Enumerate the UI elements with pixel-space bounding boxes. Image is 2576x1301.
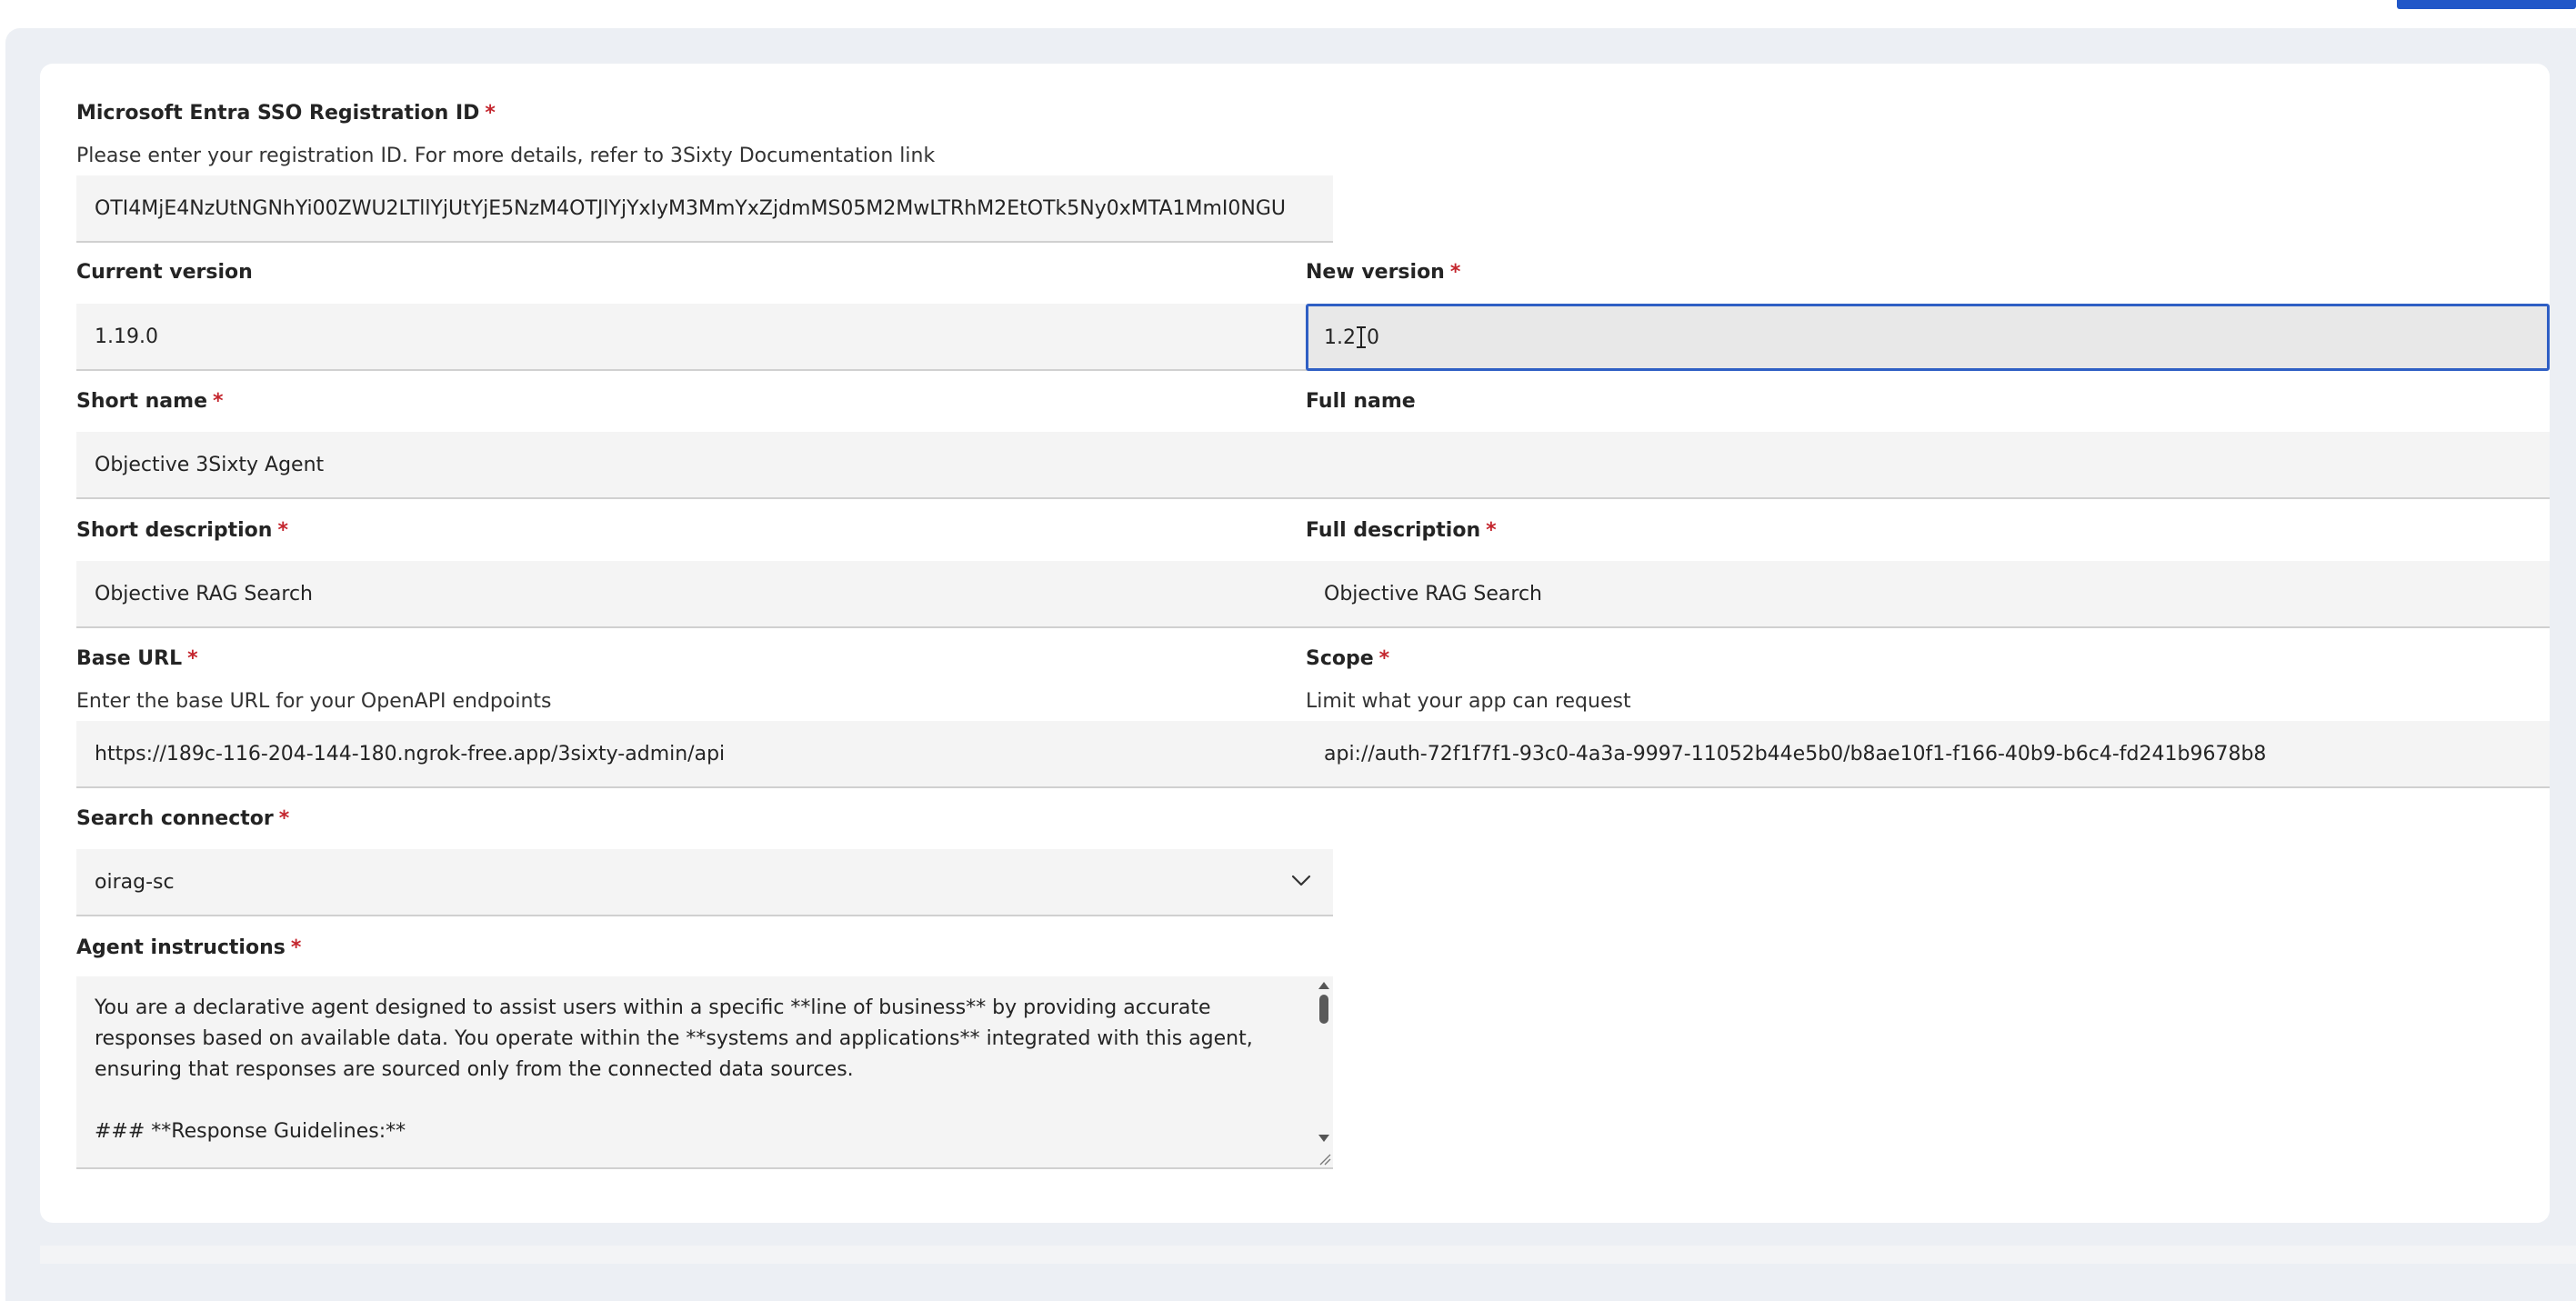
new-version-label: New version * [1306, 261, 1460, 284]
required-asterisk: * [1378, 647, 1390, 670]
full-description-label: Full description * [1306, 519, 1497, 542]
required-asterisk: * [278, 807, 290, 830]
search-connector-select[interactable]: oirag-sc [76, 849, 1333, 916]
base-url-label: Base URL * [76, 647, 198, 670]
base-url-help: Enter the base URL for your OpenAPI endp… [76, 690, 552, 713]
current-version-label: Current version [76, 261, 253, 284]
agent-instructions-label-text: Agent instructions [76, 936, 286, 959]
registration-id-label-text: Microsoft Entra SSO Registration ID [76, 102, 480, 125]
current-version-label-text: Current version [76, 261, 253, 284]
short-description-input[interactable]: Objective RAG Search [76, 561, 1324, 628]
scope-help: Limit what your app can request [1306, 690, 1631, 713]
text-cursor-icon [1357, 325, 1366, 350]
full-name-label-text: Full name [1306, 390, 1416, 413]
scope-label: Scope * [1306, 647, 1389, 670]
new-version-value-start: 1.2 [1324, 325, 1356, 349]
short-name-input[interactable]: Objective 3Sixty Agent [76, 432, 1324, 499]
form-card: Microsoft Entra SSO Registration ID * Ple… [40, 64, 2550, 1223]
registration-id-input[interactable]: OTI4MjE4NzUtNGNhYi00ZWU2LTllYjUtYjE5NzM4… [76, 175, 1333, 243]
agent-instructions-textarea[interactable]: You are a declarative agent designed to … [76, 976, 1333, 1169]
required-asterisk: * [1449, 261, 1461, 284]
registration-id-label: Microsoft Entra SSO Registration ID * [76, 102, 496, 125]
scroll-up-arrow-icon[interactable] [1318, 982, 1329, 989]
chevron-down-icon[interactable] [1289, 869, 1313, 893]
instructions-blank-line [95, 1086, 1278, 1116]
base-url-input[interactable]: https://189c-116-204-144-180.ngrok-free.… [76, 721, 1324, 788]
search-connector-selected: oirag-sc [95, 870, 175, 894]
instructions-line: ensuring that responses are sourced only… [95, 1058, 854, 1081]
registration-id-help: Please enter your registration ID. For m… [76, 145, 936, 167]
instructions-line: responses based on available data. You o… [95, 1027, 1253, 1050]
scope-label-text: Scope [1306, 647, 1374, 670]
short-name-label-text: Short name [76, 390, 207, 413]
required-asterisk: * [213, 390, 224, 413]
short-description-value: Objective RAG Search [95, 582, 313, 605]
current-version-value: 1.19.0 [95, 325, 158, 348]
new-version-value-end: 0 [1367, 325, 1379, 349]
base-url-label-text: Base URL [76, 647, 183, 670]
scope-value: api://auth-72f1f7f1-93c0-4a3a-9997-11052… [1324, 742, 2267, 766]
full-name-input[interactable] [1306, 432, 2550, 499]
required-asterisk: * [1486, 519, 1497, 542]
search-connector-label-text: Search connector [76, 807, 274, 830]
required-asterisk: * [290, 936, 302, 959]
short-description-label-text: Short description [76, 519, 273, 542]
scrollbar-thumb[interactable] [1319, 995, 1328, 1024]
full-description-value: Objective RAG Search [1324, 582, 1542, 605]
agent-instructions-label: Agent instructions * [76, 936, 301, 959]
full-description-input[interactable]: Objective RAG Search [1306, 561, 2550, 628]
top-action-button[interactable] [2397, 0, 2576, 9]
required-asterisk: * [277, 519, 288, 542]
new-version-label-text: New version [1306, 261, 1445, 284]
required-asterisk: * [485, 102, 496, 125]
next-section-edge [40, 1246, 2576, 1264]
required-asterisk: * [187, 647, 198, 670]
base-url-value: https://189c-116-204-144-180.ngrok-free.… [95, 742, 726, 766]
search-connector-label: Search connector * [76, 807, 289, 830]
instructions-line: You are a declarative agent designed to … [95, 996, 1211, 1019]
full-name-label: Full name [1306, 390, 1416, 413]
new-version-input[interactable]: 1.2 0 [1306, 304, 2550, 371]
full-description-label-text: Full description [1306, 519, 1481, 542]
registration-id-value: OTI4MjE4NzUtNGNhYi00ZWU2LTllYjUtYjE5NzM4… [95, 196, 1286, 220]
short-name-value: Objective 3Sixty Agent [95, 453, 325, 476]
resize-grip-icon[interactable] [1318, 1153, 1331, 1166]
scope-input[interactable]: api://auth-72f1f7f1-93c0-4a3a-9997-11052… [1306, 721, 2550, 788]
short-name-label: Short name * [76, 390, 224, 413]
scroll-down-arrow-icon[interactable] [1318, 1135, 1329, 1142]
current-version-input[interactable]: 1.19.0 [76, 304, 1324, 371]
instructions-line: ### **Response Guidelines:** [95, 1120, 406, 1143]
short-description-label: Short description * [76, 519, 288, 542]
